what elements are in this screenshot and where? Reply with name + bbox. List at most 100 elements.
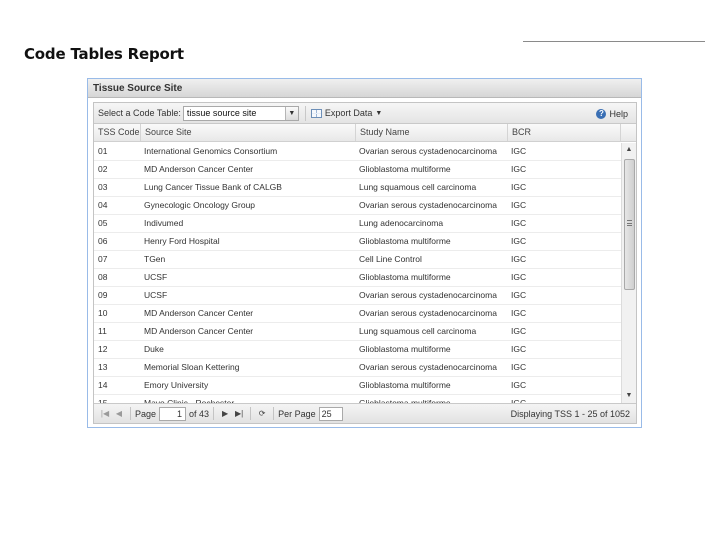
table-row[interactable]: 01 International Genomics Consortium Ovari…: [94, 143, 621, 161]
cell-source-site: MD Anderson Cancer Center: [144, 326, 254, 336]
cell-bcr: IGC: [511, 218, 527, 228]
cell-tss-code: 14: [98, 380, 108, 390]
table-row[interactable]: 08 UCSF Glioblastoma multiforme IGC: [94, 269, 621, 287]
table-row[interactable]: 13 Memorial Sloan Kettering Ovarian serous…: [94, 359, 621, 377]
page-number-input[interactable]: 1: [159, 406, 187, 421]
column-header-filler: [621, 124, 636, 141]
caret-down-icon: ▼: [375, 109, 383, 117]
cell-bcr: IGC: [511, 398, 527, 403]
cell-bcr: IGC: [511, 344, 527, 354]
table-row[interactable]: 11 MD Anderson Cancer Center Lung squamous…: [94, 323, 621, 341]
table-row[interactable]: 10 MD Anderson Cancer Center Ovarian serou…: [94, 305, 621, 323]
cell-tss-code: 05: [98, 218, 108, 228]
column-header-tss-code[interactable]: TSS Code: [94, 124, 141, 141]
cell-study-name: Ovarian serous cystadenocarcinoma: [359, 200, 497, 210]
help-label: Help: [609, 108, 628, 119]
paging-separator: [213, 407, 215, 420]
cell-bcr: IGC: [511, 146, 527, 156]
refresh-icon[interactable]: ⟳: [255, 409, 269, 418]
cell-bcr: IGC: [511, 308, 527, 318]
page-count: of 43: [189, 408, 210, 419]
page-title: Code Tables Report: [24, 45, 184, 63]
cell-source-site: Indivumed: [144, 218, 184, 228]
table-row[interactable]: 04 Gynecologic Oncology Group Ovarian sero…: [94, 197, 621, 215]
grid-toolbar: Select a Code Table: tissue source site …: [94, 103, 636, 124]
cell-source-site: International Genomics Consortium: [144, 146, 278, 156]
cell-study-name: Lung squamous cell carcinoma: [359, 326, 477, 336]
column-header-bcr[interactable]: BCR: [508, 124, 621, 141]
cell-study-name: Glioblastoma multiforme: [359, 236, 451, 246]
cell-study-name: Ovarian serous cystadenocarcinoma: [359, 362, 497, 372]
spreadsheet-icon: [310, 108, 322, 118]
paging-toolbar: |◀ ◀ Page 1 of 43 ▶ ▶| ⟳ Per Page 25 Dis…: [94, 403, 636, 423]
table-row[interactable]: 02 MD Anderson Cancer Center Glioblastoma …: [94, 161, 621, 179]
cell-tss-code: 06: [98, 236, 108, 246]
cell-source-site: Duke: [144, 344, 164, 354]
table-row[interactable]: 12 Duke Glioblastoma multiforme IGC: [94, 341, 621, 359]
cell-bcr: IGC: [511, 272, 527, 282]
first-page-icon[interactable]: |◀: [98, 409, 112, 418]
cell-bcr: IGC: [511, 236, 527, 246]
cell-tss-code: 13: [98, 362, 108, 372]
grip-icon: [627, 220, 632, 226]
cell-source-site: Mayo Clinic - Rochester: [144, 398, 235, 403]
paging-separator: [130, 407, 131, 420]
column-header-source-site[interactable]: Source Site: [141, 124, 356, 141]
cell-source-site: Emory University: [144, 380, 209, 390]
chevron-down-icon[interactable]: ▼: [284, 106, 298, 120]
cell-source-site: UCSF: [144, 272, 168, 282]
next-page-icon[interactable]: ▶: [218, 409, 232, 418]
grid-header: TSS Code Source Site Study Name BCR: [94, 124, 636, 142]
cell-source-site: UCSF: [144, 290, 168, 300]
panel-title: Tissue Source Site: [88, 79, 641, 98]
toolbar-separator: [304, 105, 306, 121]
cell-tss-code: 01: [98, 146, 108, 156]
paging-separator: [273, 407, 275, 420]
cell-study-name: Lung adenocarcinoma: [359, 218, 444, 228]
cell-source-site: Henry Ford Hospital: [144, 236, 220, 246]
cell-source-site: Gynecologic Oncology Group: [144, 200, 256, 210]
cell-bcr: IGC: [511, 362, 527, 372]
scrollbar-thumb[interactable]: [624, 159, 635, 290]
cell-study-name: Glioblastoma multiforme: [359, 344, 451, 354]
scroll-down-arrow-icon[interactable]: ▼: [622, 389, 636, 403]
column-header-study-name[interactable]: Study Name: [356, 124, 508, 141]
help-button[interactable]: ? Help: [596, 103, 628, 124]
table-row[interactable]: 14 Emory University Glioblastoma multiform…: [94, 377, 621, 395]
cell-source-site: TGen: [144, 254, 166, 264]
cell-tss-code: 15: [98, 398, 108, 403]
scroll-up-arrow-icon[interactable]: ▲: [622, 143, 636, 157]
cell-study-name: Ovarian serous cystadenocarcinoma: [359, 146, 497, 156]
code-table-select-value[interactable]: tissue source site: [184, 107, 285, 120]
grid-body: 01 International Genomics Consortium Ovari…: [94, 143, 621, 403]
prev-page-icon[interactable]: ◀: [112, 409, 126, 418]
per-page-input[interactable]: 25: [318, 406, 343, 421]
cell-study-name: Glioblastoma multiforme: [359, 164, 451, 174]
page-label: Page: [135, 408, 157, 419]
cell-source-site: Memorial Sloan Kettering: [144, 362, 240, 372]
table-row[interactable]: 09 UCSF Ovarian serous cystadenocarcinoma I…: [94, 287, 621, 305]
code-table-select[interactable]: tissue source site ▼: [182, 105, 299, 121]
export-data-button[interactable]: Export Data ▼: [310, 108, 383, 118]
cell-bcr: IGC: [511, 290, 527, 300]
table-row[interactable]: 03 Lung Cancer Tissue Bank of CALGB Lung s…: [94, 179, 621, 197]
last-page-icon[interactable]: ▶|: [232, 409, 246, 418]
table-row[interactable]: 15 Mayo Clinic - Rochester Glioblastoma mu…: [94, 395, 621, 403]
table-row[interactable]: 06 Henry Ford Hospital Glioblastoma multif…: [94, 233, 621, 251]
cell-study-name: Glioblastoma multiforme: [359, 380, 451, 390]
cell-bcr: IGC: [511, 182, 527, 192]
export-data-label: Export Data: [324, 108, 373, 118]
table-row[interactable]: 05 Indivumed Lung adenocarcinoma IGC: [94, 215, 621, 233]
table-row[interactable]: 07 TGen Cell Line Control IGC: [94, 251, 621, 269]
cell-tss-code: 07: [98, 254, 108, 264]
cell-source-site: MD Anderson Cancer Center: [144, 164, 254, 174]
cell-tss-code: 04: [98, 200, 108, 210]
vertical-scrollbar[interactable]: ▲ ▼: [621, 143, 636, 403]
cell-tss-code: 02: [98, 164, 108, 174]
per-page-label: Per Page: [278, 408, 316, 419]
cell-study-name: Cell Line Control: [359, 254, 422, 264]
help-icon: ?: [596, 108, 607, 119]
cell-tss-code: 08: [98, 272, 108, 282]
cell-tss-code: 09: [98, 290, 108, 300]
cell-tss-code: 12: [98, 344, 108, 354]
